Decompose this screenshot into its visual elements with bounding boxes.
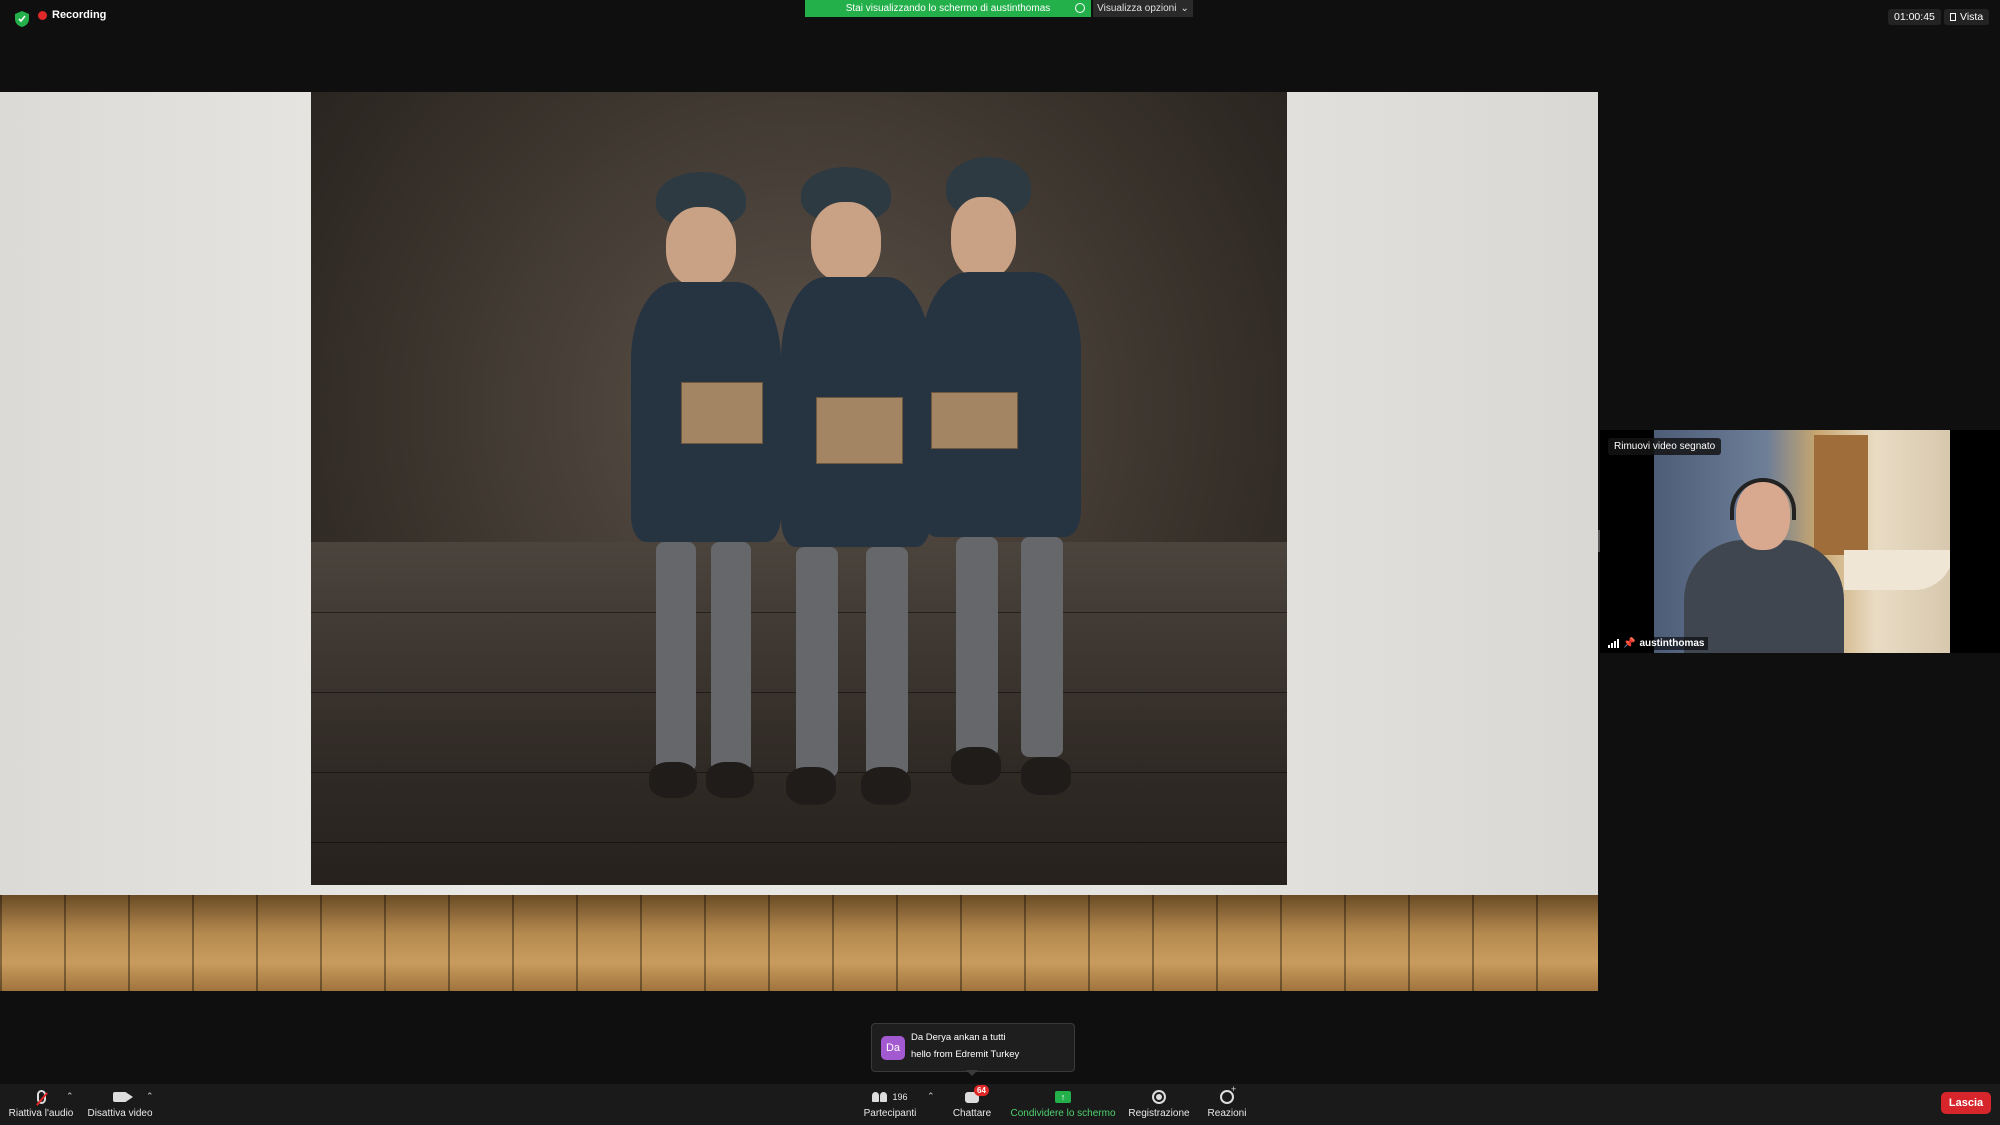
shared-screen xyxy=(0,92,1598,991)
participant-name: austinthomas xyxy=(1639,638,1705,649)
screen-share-banner: Stai visualizzando lo schermo di austint… xyxy=(805,0,1091,17)
banner-status-icon xyxy=(1075,3,1085,13)
chat-sender-line: Da Derya ankan a tutti xyxy=(911,1032,1006,1043)
video-label: Disattiva video xyxy=(87,1108,153,1119)
headset-icon xyxy=(1730,478,1796,520)
participant-video-tile[interactable]: Rimuovi video segnato 📌 austinthomas xyxy=(1600,430,2000,653)
chat-label: Chattare xyxy=(952,1108,992,1119)
chat-button[interactable]: Chattare xyxy=(947,1088,997,1119)
sender-avatar: Da xyxy=(881,1036,905,1060)
participants-icon xyxy=(872,1092,888,1102)
signal-strength-icon xyxy=(1608,639,1619,648)
background-desk xyxy=(1844,550,1950,590)
recording-dot-icon xyxy=(38,10,47,20)
reactions-button[interactable]: Reazioni xyxy=(1202,1084,1252,1119)
toast-pointer xyxy=(966,1070,978,1076)
chat-message-text: hello from Edremit Turkey xyxy=(911,1049,1020,1060)
brick-line xyxy=(311,842,1287,843)
view-options-button[interactable]: Visualizza opzioni ⌄ xyxy=(1093,0,1193,17)
participants-count: 196 xyxy=(892,1092,908,1102)
chevron-down-icon: ⌄ xyxy=(1180,3,1189,14)
share-screen-button[interactable]: ↑ Condividere lo schermo xyxy=(1008,1088,1118,1119)
layout-icon xyxy=(1950,13,1956,21)
participants-options-caret[interactable]: ⌃ xyxy=(927,1091,935,1102)
pin-icon: 📌 xyxy=(1623,638,1636,649)
background-door xyxy=(1814,435,1868,555)
participants-button[interactable]: 196 Partecipanti xyxy=(860,1088,920,1119)
reactions-label: Reazioni xyxy=(1207,1108,1247,1119)
leave-meeting-button[interactable]: Lascia xyxy=(1941,1092,1991,1114)
video-options-caret[interactable]: ⌃ xyxy=(146,1091,154,1102)
wood-floor-graphic xyxy=(0,895,1598,991)
shared-photo-three-girls xyxy=(311,92,1287,885)
recording-label: Recording xyxy=(52,9,107,21)
participants-label: Partecipanti xyxy=(863,1108,917,1119)
reactions-smiley-icon xyxy=(1220,1084,1236,1104)
muted-microphone-icon xyxy=(36,1090,46,1104)
record-label: Registrazione xyxy=(1128,1108,1190,1119)
record-button[interactable]: Registrazione xyxy=(1126,1088,1192,1119)
record-icon xyxy=(1152,1090,1166,1104)
meeting-timer: 01:00:45 xyxy=(1888,9,1941,25)
unpin-video-button[interactable]: Rimuovi video segnato xyxy=(1608,438,1722,455)
meeting-toolbar xyxy=(0,1084,2000,1125)
view-label: Vista xyxy=(1960,11,1984,23)
chat-unread-badge: 64 xyxy=(974,1085,989,1096)
audio-options-caret[interactable]: ⌃ xyxy=(66,1091,74,1102)
recording-indicator[interactable]: Recording xyxy=(38,9,106,21)
share-banner-text: Stai visualizzando lo schermo di austint… xyxy=(845,3,1051,14)
audio-label: Riattiva l'audio xyxy=(8,1108,74,1119)
view-button[interactable]: Vista xyxy=(1944,9,1990,25)
participant-video-feed xyxy=(1654,430,1950,653)
share-label: Condividere lo schermo xyxy=(1010,1108,1116,1119)
participant-name-tag: 📌 austinthomas xyxy=(1604,637,1709,650)
security-shield-icon[interactable] xyxy=(14,10,30,28)
chat-notification[interactable]: Da Da Derya ankan a tutti hello from Edr… xyxy=(871,1023,1075,1076)
share-screen-icon: ↑ xyxy=(1055,1091,1071,1103)
view-options-label: Visualizza opzioni xyxy=(1097,3,1177,14)
video-camera-icon xyxy=(113,1092,133,1102)
